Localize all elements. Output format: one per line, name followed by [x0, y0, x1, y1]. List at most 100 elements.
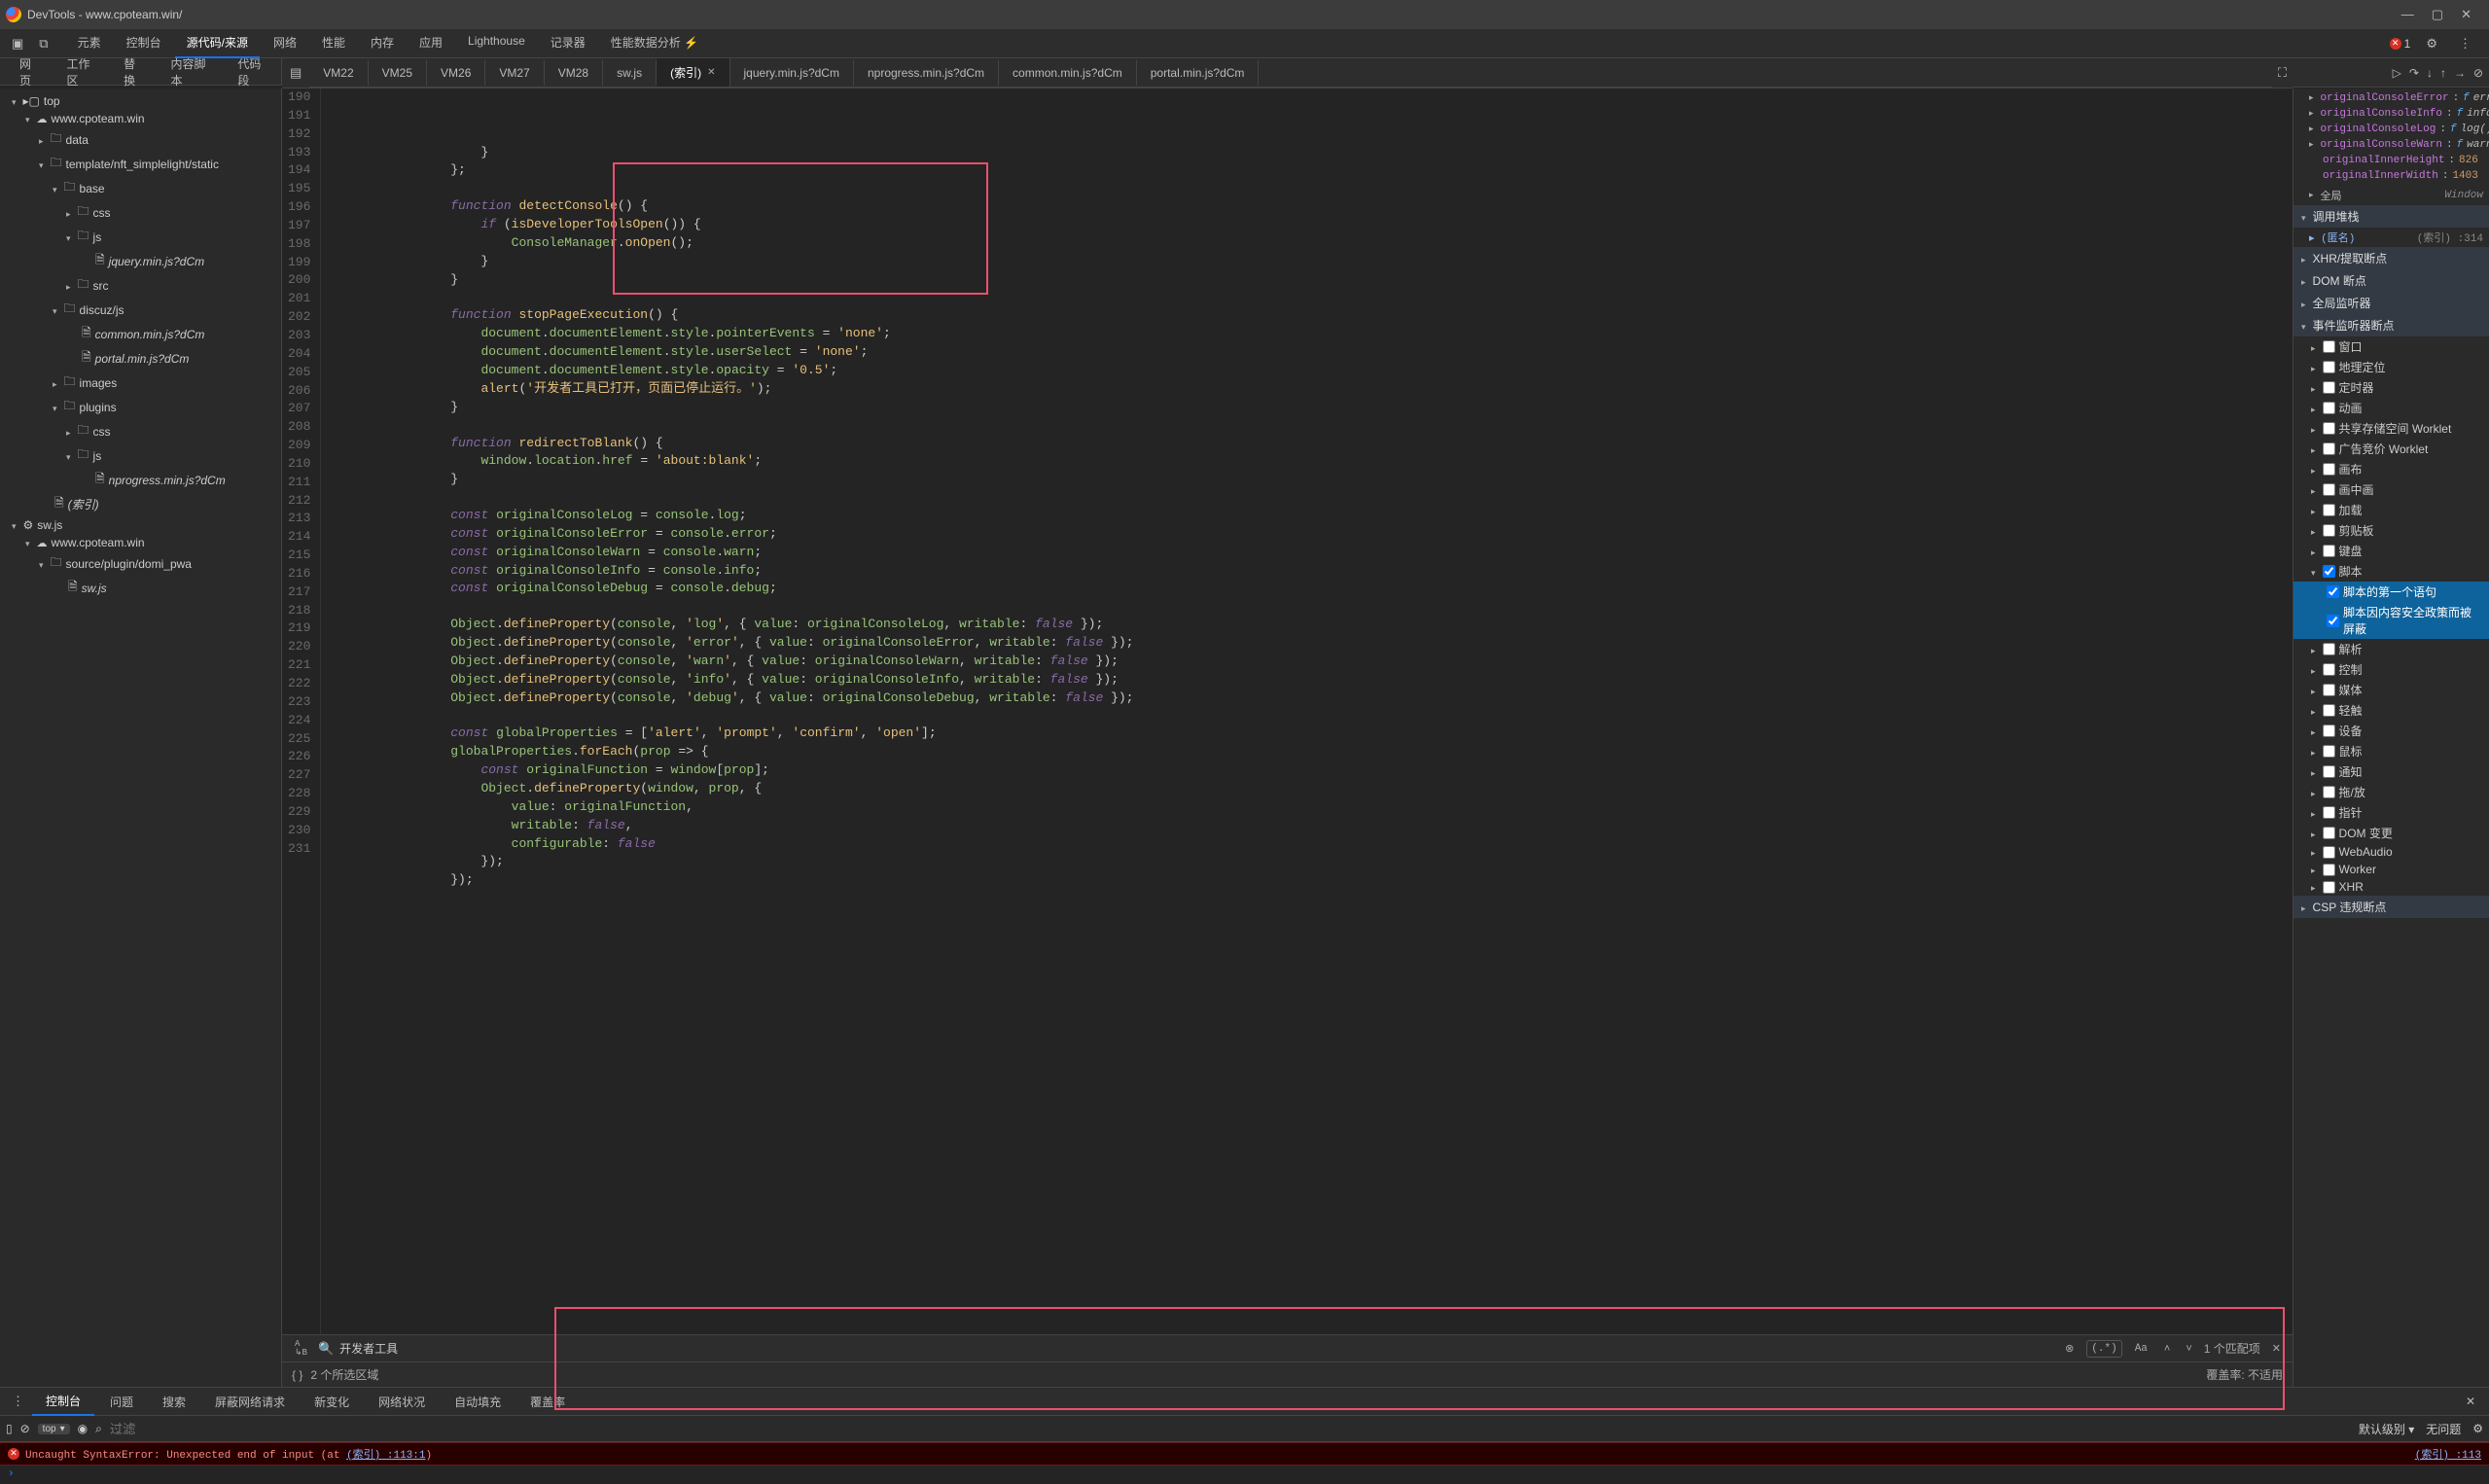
event-category[interactable]: 定时器 — [2293, 377, 2489, 398]
event-category-script[interactable]: 脚本 — [2293, 561, 2489, 582]
scope-variable[interactable]: originalConsoleLog: f log() — [2293, 122, 2489, 137]
issues-indicator[interactable]: 无问题 — [2426, 1421, 2461, 1437]
next-match-icon[interactable]: ˅ — [2182, 1341, 2195, 1357]
sidebar-tab[interactable]: 网页 — [6, 50, 53, 94]
resume-icon[interactable]: ▷ — [2393, 66, 2401, 80]
step-out-icon[interactable]: ↑ — [2440, 66, 2446, 80]
folder-item[interactable]: 🗀 images — [0, 371, 281, 395]
deactivate-breakpoints-icon[interactable]: ⊘ — [2473, 66, 2483, 80]
drawer-tab[interactable]: 网络状况 — [365, 1389, 439, 1415]
panel-tab[interactable]: 记录器 — [539, 28, 597, 58]
csp-breakpoints-header[interactable]: CSP 违规断点 — [2293, 896, 2489, 918]
step-over-icon[interactable]: ↷ — [2409, 66, 2419, 80]
match-case-toggle[interactable]: Aa — [2130, 1340, 2152, 1358]
callstack-item[interactable]: ▸ (匿名) (索引) :314 — [2293, 228, 2489, 247]
file-item[interactable]: 🗎 nprogress.min.js?dCm — [0, 468, 281, 492]
folder-item[interactable]: ☁ www.cpoteam.win — [0, 534, 281, 551]
drawer-tab[interactable]: 屏蔽网络请求 — [201, 1389, 299, 1415]
more-icon[interactable]: ⋮ — [2453, 32, 2477, 55]
event-category[interactable]: 通知 — [2293, 761, 2489, 782]
settings-icon[interactable]: ⚙ — [2420, 32, 2443, 55]
close-tab-icon[interactable]: ✕ — [707, 67, 715, 78]
console-menu-icon[interactable]: ⋮ — [6, 1390, 30, 1413]
braces-icon[interactable]: { } — [292, 1368, 302, 1382]
scope-global[interactable]: 全局 Window — [2293, 186, 2489, 205]
code-editor[interactable]: 1901911921931941951961971981992002012022… — [282, 88, 2293, 1334]
file-item[interactable]: 🗎 (索引) — [0, 492, 281, 516]
file-tab[interactable]: VM28 — [545, 60, 603, 86]
folder-item[interactable]: 🗀 discuz/js — [0, 298, 281, 322]
event-category[interactable]: 脚本的第一个语句 — [2293, 582, 2489, 602]
event-category[interactable]: 鼠标 — [2293, 741, 2489, 761]
eye-icon[interactable]: ◉ — [78, 1422, 88, 1435]
file-item[interactable]: 🗎 sw.js — [0, 576, 281, 600]
scope-variable[interactable]: originalInnerWidth: 1403 — [2293, 168, 2489, 184]
event-category[interactable]: 窗口 — [2293, 336, 2489, 357]
console-error-line[interactable]: ✕ Uncaught SyntaxError: Unexpected end o… — [0, 1442, 2489, 1466]
panel-tab[interactable]: 应用 — [408, 28, 454, 58]
scope-variable[interactable]: originalInnerHeight: 826 — [2293, 153, 2489, 168]
prev-match-icon[interactable]: ˄ — [2160, 1341, 2174, 1357]
event-category[interactable]: WebAudio — [2293, 843, 2489, 861]
scope-variable[interactable]: originalConsoleInfo: f info() — [2293, 106, 2489, 122]
file-tab[interactable]: VM22 — [309, 60, 368, 86]
event-category[interactable]: 键盘 — [2293, 541, 2489, 561]
minimize-icon[interactable]: — — [2401, 7, 2414, 22]
debugger-section-header[interactable]: 事件监听器断点 — [2293, 314, 2489, 336]
replace-toggle[interactable]: A↳B — [290, 1337, 312, 1360]
drawer-tab[interactable]: 问题 — [96, 1389, 147, 1415]
event-category[interactable]: XHR — [2293, 878, 2489, 896]
file-tab[interactable]: portal.min.js?dCm — [1137, 60, 1260, 86]
drawer-tab[interactable]: 自动填充 — [441, 1389, 515, 1415]
file-tab[interactable]: VM27 — [485, 60, 544, 86]
search-input[interactable] — [339, 1342, 972, 1356]
file-tabs-menu-icon[interactable]: ▤ — [282, 59, 309, 87]
folder-item[interactable]: ▸▢ top — [0, 92, 281, 110]
sidebar-tab[interactable]: 工作区 — [53, 50, 110, 94]
event-category[interactable]: 地理定位 — [2293, 357, 2489, 377]
folder-item[interactable]: 🗀 js — [0, 225, 281, 249]
event-category[interactable]: 轻触 — [2293, 700, 2489, 721]
file-tab[interactable]: VM25 — [369, 60, 427, 86]
console-settings-icon[interactable]: ⚙ — [2472, 1422, 2483, 1435]
debugger-section-header[interactable]: XHR/提取断点 — [2293, 247, 2489, 269]
event-category[interactable]: 媒体 — [2293, 680, 2489, 700]
drawer-tab[interactable]: 覆盖率 — [516, 1389, 579, 1415]
debugger-section-header[interactable]: DOM 断点 — [2293, 269, 2489, 292]
file-tab[interactable]: nprogress.min.js?dCm — [854, 60, 999, 86]
regex-toggle[interactable]: (.*) — [2086, 1340, 2121, 1358]
folder-item[interactable]: 🗀 template/nft_simplelight/static — [0, 152, 281, 176]
file-item[interactable]: 🗎 jquery.min.js?dCm — [0, 249, 281, 273]
folder-item[interactable]: ⚙ sw.js — [0, 516, 281, 534]
folder-item[interactable]: 🗀 js — [0, 443, 281, 468]
sidebar-tab[interactable]: 替换 — [110, 50, 157, 94]
event-category[interactable]: 设备 — [2293, 721, 2489, 741]
event-category[interactable]: 加载 — [2293, 500, 2489, 520]
event-category[interactable]: 画布 — [2293, 459, 2489, 479]
step-into-icon[interactable]: ↓ — [2427, 66, 2433, 80]
event-category[interactable]: 画中画 — [2293, 479, 2489, 500]
close-drawer-icon[interactable]: ✕ — [2458, 1390, 2483, 1413]
event-category[interactable]: 广告竞价 Worklet — [2293, 439, 2489, 459]
context-selector[interactable]: top ▾ — [38, 1424, 70, 1434]
clear-console-icon[interactable]: ⊘ — [20, 1422, 30, 1435]
folder-item[interactable]: 🗀 plugins — [0, 395, 281, 419]
step-icon[interactable]: → — [2454, 66, 2466, 80]
log-level-selector[interactable]: 默认级别 ▾ — [2359, 1421, 2414, 1437]
folder-item[interactable]: 🗀 css — [0, 419, 281, 443]
folder-item[interactable]: 🗀 source/plugin/domi_pwa — [0, 551, 281, 576]
folder-item[interactable]: 🗀 base — [0, 176, 281, 200]
drawer-tab[interactable]: 搜索 — [149, 1389, 199, 1415]
folder-item[interactable]: 🗀 src — [0, 273, 281, 298]
scope-variable[interactable]: originalConsoleError: f error() — [2293, 90, 2489, 106]
close-icon[interactable]: ✕ — [2461, 7, 2471, 22]
file-tab[interactable]: sw.js — [603, 60, 657, 86]
panel-tab[interactable]: 性能 — [310, 28, 357, 58]
console-sidebar-toggle-icon[interactable]: ▯ — [6, 1422, 13, 1435]
event-category[interactable]: 脚本因内容安全政策而被屏蔽 — [2293, 602, 2489, 639]
drawer-tab[interactable]: 新变化 — [301, 1389, 363, 1415]
panel-tab[interactable]: Lighthouse — [456, 28, 537, 58]
event-category[interactable]: DOM 变更 — [2293, 823, 2489, 843]
event-category[interactable]: 指针 — [2293, 802, 2489, 823]
file-tab[interactable]: jquery.min.js?dCm — [730, 60, 854, 86]
